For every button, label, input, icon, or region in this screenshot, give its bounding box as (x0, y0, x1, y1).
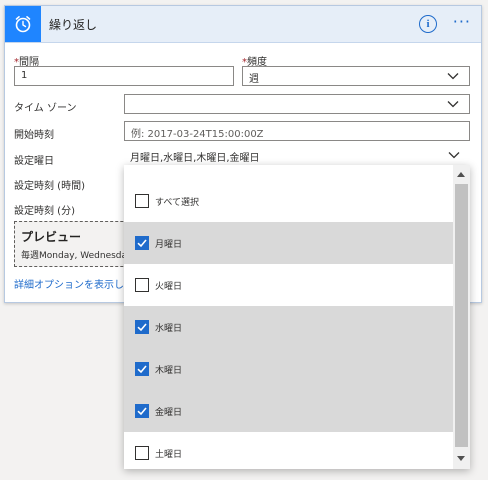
advanced-options-link[interactable]: 詳細オプションを表示し (14, 276, 124, 291)
scroll-down-arrow-icon[interactable] (457, 456, 465, 461)
scrollbar[interactable] (453, 165, 470, 469)
option-saturday[interactable]: 土曜日 (124, 432, 453, 469)
option-wednesday[interactable]: 水曜日 (124, 306, 453, 348)
frequency-select[interactable]: 週 (242, 66, 470, 86)
weekdays-value: 月曜日,水曜日,木曜日,金曜日 (130, 153, 260, 164)
chevron-down-icon (447, 101, 459, 108)
option-monday[interactable]: 月曜日 (124, 222, 453, 264)
checkbox-unchecked[interactable] (135, 194, 149, 208)
option-label: 金曜日 (155, 408, 183, 418)
scroll-up-arrow-icon[interactable] (457, 172, 465, 177)
chevron-down-icon (447, 73, 459, 80)
option-label: 木曜日 (155, 366, 183, 376)
hours-label: 設定時刻 (時間) (14, 181, 85, 192)
checkbox-checked-icon[interactable] (135, 320, 149, 334)
option-label: 土曜日 (155, 450, 183, 460)
frequency-value: 週 (249, 74, 259, 85)
weekdays-label: 設定曜日 (14, 156, 54, 167)
more-options-icon[interactable]: ··· (453, 12, 471, 31)
chevron-down-icon (448, 152, 460, 159)
preview-title: プレビュー (21, 230, 82, 244)
checkbox-checked-icon[interactable] (135, 404, 149, 418)
timezone-select[interactable] (124, 94, 470, 114)
timezone-label: タイム ゾーン (14, 103, 77, 114)
checkbox-unchecked[interactable] (135, 446, 149, 460)
minutes-label: 設定時刻 (分) (14, 206, 75, 217)
option-label: すべて選択 (155, 198, 200, 208)
card-title: 繰り返し (49, 18, 98, 32)
option-tuesday[interactable]: 火曜日 (124, 264, 453, 306)
interval-input[interactable]: 1 (14, 66, 234, 86)
option-friday[interactable]: 金曜日 (124, 390, 453, 432)
option-thursday[interactable]: 木曜日 (124, 348, 453, 390)
start-time-input[interactable]: 例: 2017-03-24T15:00:00Z (124, 121, 470, 141)
option-select-all[interactable]: すべて選択 (124, 180, 453, 222)
info-icon[interactable]: i (419, 15, 437, 33)
option-label: 月曜日 (155, 240, 183, 250)
card-header: 繰り返し i ··· (5, 6, 481, 43)
checkbox-checked-icon[interactable] (135, 236, 149, 250)
option-label: 火曜日 (155, 282, 183, 292)
alarm-clock-icon (5, 6, 41, 42)
option-label: 水曜日 (155, 324, 183, 334)
preview-text: 毎週Monday, Wednesday (21, 251, 133, 261)
checkbox-unchecked[interactable] (135, 278, 149, 292)
weekdays-dropdown-list: すべて選択 月曜日 火曜日 水曜日 木曜日 金曜日 土曜日 (124, 165, 470, 469)
scrollbar-thumb[interactable] (455, 184, 468, 447)
weekdays-select[interactable]: 月曜日,水曜日,木曜日,金曜日 (124, 146, 470, 166)
start-time-label: 開始時刻 (14, 130, 54, 141)
checkbox-checked-icon[interactable] (135, 362, 149, 376)
